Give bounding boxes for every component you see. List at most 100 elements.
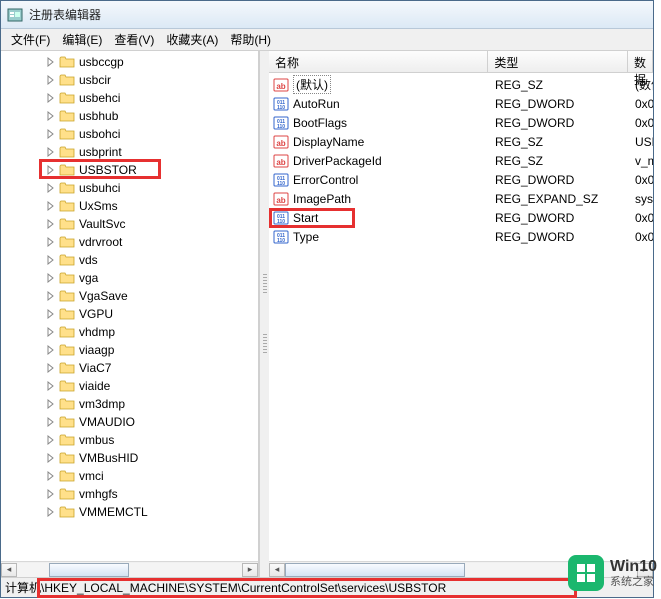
expand-toggle-icon[interactable] [45, 110, 57, 122]
tree-item[interactable]: usbohci [1, 125, 258, 143]
expand-toggle-icon[interactable] [45, 182, 57, 194]
value-type: REG_DWORD [489, 211, 629, 225]
tree-item[interactable]: USBSTOR [1, 161, 258, 179]
list-body[interactable]: ab(默认)REG_SZ(数值011110AutoRunREG_DWORD0x0… [269, 73, 653, 248]
tree-item[interactable]: ViaC7 [1, 359, 258, 377]
tree-item[interactable]: vdrvroot [1, 233, 258, 251]
list-row[interactable]: 011110StartREG_DWORD0x000 [269, 208, 653, 227]
expand-toggle-icon[interactable] [45, 236, 57, 248]
expand-toggle-icon[interactable] [45, 380, 57, 392]
scroll-thumb[interactable] [49, 563, 129, 577]
scroll-right-icon[interactable]: ▸ [242, 563, 258, 577]
tree-item[interactable]: usbuhci [1, 179, 258, 197]
expand-toggle-icon[interactable] [45, 326, 57, 338]
scroll-track[interactable] [17, 563, 242, 577]
scroll-left-icon[interactable]: ◂ [1, 563, 17, 577]
tree-item[interactable]: vm3dmp [1, 395, 258, 413]
menu-edit[interactable]: 编辑(E) [56, 29, 108, 50]
tree-item[interactable]: vmci [1, 467, 258, 485]
splitter[interactable] [259, 51, 269, 577]
tree-item[interactable]: vga [1, 269, 258, 287]
tree-item[interactable]: usbehci [1, 89, 258, 107]
expand-toggle-icon[interactable] [45, 398, 57, 410]
tree-item[interactable]: usbprint [1, 143, 258, 161]
list-row[interactable]: 011110TypeREG_DWORD0x000 [269, 227, 653, 246]
tree-item[interactable]: usbccgp [1, 53, 258, 71]
expand-toggle-icon[interactable] [45, 308, 57, 320]
value-data: 0x000 [629, 173, 653, 187]
tree-label: VGPU [79, 307, 113, 321]
list-row[interactable]: 011110AutoRunREG_DWORD0x000 [269, 94, 653, 113]
svg-text:ab: ab [276, 196, 285, 205]
tree-label: usbprint [79, 145, 122, 159]
tree-item[interactable]: vmbus [1, 431, 258, 449]
tree-item[interactable]: VgaSave [1, 287, 258, 305]
scroll-thumb[interactable] [285, 563, 465, 577]
menu-favorites[interactable]: 收藏夹(A) [160, 29, 224, 50]
tree-item[interactable]: VaultSvc [1, 215, 258, 233]
tree-label: usbehci [79, 91, 120, 105]
tree-label: usbccgp [79, 55, 124, 69]
expand-toggle-icon[interactable] [45, 290, 57, 302]
expand-toggle-icon[interactable] [45, 200, 57, 212]
list-row[interactable]: abDisplayNameREG_SZUSB ナ [269, 132, 653, 151]
tree-item[interactable]: VMMEMCTL [1, 503, 258, 521]
value-name: BootFlags [293, 116, 347, 130]
tree-label: usbuhci [79, 181, 120, 195]
titlebar[interactable]: 注册表编辑器 [1, 1, 653, 29]
tree-item[interactable]: VMBusHID [1, 449, 258, 467]
tree-label: USBSTOR [79, 163, 137, 177]
list-row[interactable]: ab(默认)REG_SZ(数值 [269, 75, 653, 94]
tree-label: usbohci [79, 127, 120, 141]
expand-toggle-icon[interactable] [45, 254, 57, 266]
tree-item[interactable]: VMAUDIO [1, 413, 258, 431]
tree-item[interactable]: viaide [1, 377, 258, 395]
value-type: REG_SZ [489, 154, 629, 168]
expand-toggle-icon[interactable] [45, 416, 57, 428]
col-header-data[interactable]: 数据 [628, 51, 653, 72]
tree-pane: usbccgp usbcir usbehci usbhub usbohci usbprin… [1, 51, 259, 577]
col-header-name[interactable]: 名称 [269, 51, 488, 72]
tree-item[interactable]: usbhub [1, 107, 258, 125]
tree-item[interactable]: UxSms [1, 197, 258, 215]
menu-file[interactable]: 文件(F) [5, 29, 56, 50]
scroll-left-icon[interactable]: ◂ [269, 563, 285, 577]
expand-toggle-icon[interactable] [45, 362, 57, 374]
watermark-text: Win10 系统之家 [610, 558, 657, 588]
menu-view[interactable]: 查看(V) [108, 29, 160, 50]
expand-toggle-icon[interactable] [45, 344, 57, 356]
list-row[interactable]: abDriverPackageIdREG_SZv_msc [269, 151, 653, 170]
tree-item[interactable]: viaagp [1, 341, 258, 359]
list-row[interactable]: abImagePathREG_EXPAND_SZsyster [269, 189, 653, 208]
expand-toggle-icon[interactable] [45, 56, 57, 68]
col-header-type[interactable]: 类型 [488, 51, 628, 72]
tree-item[interactable]: usbcir [1, 71, 258, 89]
expand-toggle-icon[interactable] [45, 128, 57, 140]
content-area: usbccgp usbcir usbehci usbhub usbohci usbprin… [1, 51, 653, 577]
tree-label: ViaC7 [79, 361, 111, 375]
expand-toggle-icon[interactable] [45, 218, 57, 230]
expand-toggle-icon[interactable] [45, 506, 57, 518]
tree-item[interactable]: vds [1, 251, 258, 269]
tree-item[interactable]: VGPU [1, 305, 258, 323]
list-pane: 名称 类型 数据 ab(默认)REG_SZ(数值011110AutoRunREG… [269, 51, 653, 577]
tree-item[interactable]: vmhgfs [1, 485, 258, 503]
value-data: 0x000 [629, 230, 653, 244]
expand-toggle-icon[interactable] [45, 272, 57, 284]
menu-help[interactable]: 帮助(H) [224, 29, 277, 50]
expand-toggle-icon[interactable] [45, 470, 57, 482]
expand-toggle-icon[interactable] [45, 146, 57, 158]
expand-toggle-icon[interactable] [45, 164, 57, 176]
tree-hscrollbar[interactable]: ◂ ▸ [1, 561, 258, 577]
list-row[interactable]: 011110ErrorControlREG_DWORD0x000 [269, 170, 653, 189]
tree-item[interactable]: vhdmp [1, 323, 258, 341]
expand-toggle-icon[interactable] [45, 92, 57, 104]
list-row[interactable]: 011110BootFlagsREG_DWORD0x000 [269, 113, 653, 132]
expand-toggle-icon[interactable] [45, 74, 57, 86]
tree-list[interactable]: usbccgp usbcir usbehci usbhub usbohci usbprin… [1, 51, 258, 561]
expand-toggle-icon[interactable] [45, 434, 57, 446]
svg-text:110: 110 [277, 238, 285, 244]
expand-toggle-icon[interactable] [45, 488, 57, 500]
expand-toggle-icon[interactable] [45, 452, 57, 464]
svg-text:ab: ab [276, 158, 285, 167]
